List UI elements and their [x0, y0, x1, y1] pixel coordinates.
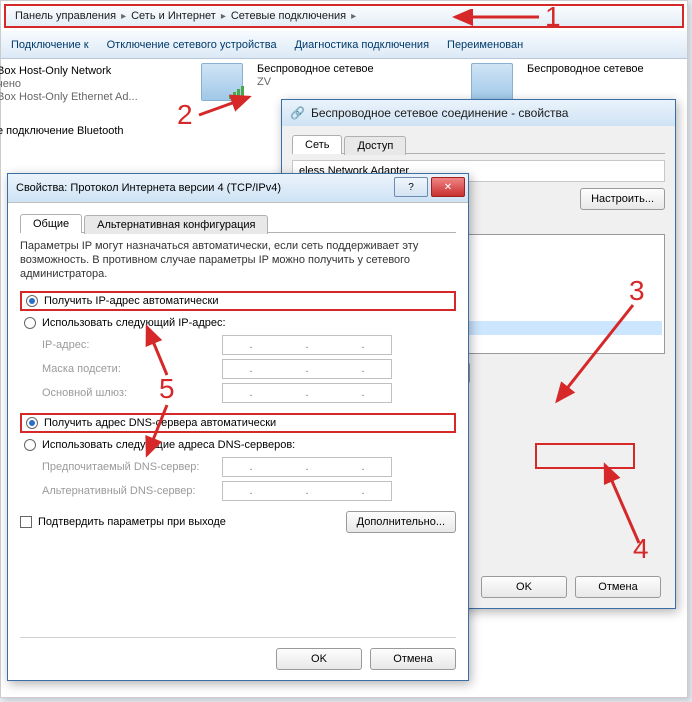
tabs: Общие Альтернативная конфигурация [20, 213, 456, 233]
connection-name: Беспроводное сетевое [257, 63, 374, 76]
connection-adapter: Box Host-Only Ethernet Ad... [0, 91, 138, 104]
checkbox-label: Подтвердить параметры при выходе [38, 516, 226, 528]
toolbar-diagnose[interactable]: Диагностика подключения [295, 39, 429, 51]
network-adapter-icon [471, 63, 513, 101]
ip-address-label: IP-адрес: [42, 339, 222, 351]
subnet-mask-label: Маска подсети: [42, 363, 222, 375]
ip-address-input: ... [222, 335, 392, 355]
connection-network: ZV [257, 76, 374, 89]
dns1-input: ... [222, 457, 392, 477]
dns1-label: Предпочитаемый DNS-сервер: [42, 461, 222, 473]
connection-item[interactable]: Box Host-Only Network чено Box Host-Only… [0, 65, 138, 104]
radio-label: Получить адрес DNS-сервера автоматически [44, 417, 276, 429]
tab-alternate[interactable]: Альтернативная конфигурация [84, 215, 268, 234]
radio-ip-manual[interactable]: Использовать следующий IP-адрес: [20, 315, 456, 331]
gateway-input: ... [222, 383, 392, 403]
radio-label: Получить IP-адрес автоматически [44, 295, 218, 307]
annotation-number: 2 [177, 99, 193, 131]
connection-name: Box Host-Only Network [0, 65, 138, 78]
connection-status: чено [0, 78, 138, 91]
close-button[interactable]: ✕ [431, 177, 465, 197]
gateway-label: Основной шлюз: [42, 387, 222, 399]
toolbar-connect[interactable]: Подключение к [11, 39, 89, 51]
window-title: Беспроводное сетевое соединение - свойст… [311, 106, 569, 120]
tab-access[interactable]: Доступ [344, 136, 406, 155]
tab-general[interactable]: Общие [20, 214, 82, 233]
connection-item[interactable]: Беспроводное сетевое [471, 63, 644, 101]
toolbar-disable[interactable]: Отключение сетевого устройства [107, 39, 277, 51]
radio-dns-manual[interactable]: Использовать следующие адреса DNS-сервер… [20, 437, 456, 453]
radio-ip-auto[interactable]: Получить IP-адрес автоматически [20, 291, 456, 311]
cancel-button[interactable]: Отмена [575, 576, 661, 598]
radio-icon [26, 295, 38, 307]
connection-name: Беспроводное сетевое [527, 63, 644, 76]
window-titlebar[interactable]: 🔗 Беспроводное сетевое соединение - свой… [282, 100, 675, 126]
radio-icon [24, 317, 36, 329]
breadcrumb-item[interactable]: Панель управления [12, 10, 119, 22]
configure-button[interactable]: Настроить... [580, 188, 665, 210]
radio-label: Использовать следующий IP-адрес: [42, 317, 226, 329]
annotation-number: 4 [633, 533, 649, 565]
connection-name: е подключение Bluetooth [0, 125, 124, 138]
annotation-number: 3 [629, 275, 645, 307]
toolbar-rename[interactable]: Переименован [447, 39, 523, 51]
network-icon: 🔗 [290, 106, 305, 120]
window-titlebar[interactable]: Свойства: Протокол Интернета версии 4 (T… [8, 174, 468, 202]
advanced-button[interactable]: Дополнительно... [346, 511, 456, 533]
breadcrumb-item[interactable]: Сетевые подключения [228, 10, 349, 22]
toolbar: Подключение к Отключение сетевого устрой… [1, 31, 687, 59]
ipv4-properties-window: Свойства: Протокол Интернета версии 4 (T… [7, 173, 469, 681]
validate-checkbox-row[interactable]: Подтвердить параметры при выходе Дополни… [20, 511, 456, 533]
breadcrumb-item[interactable]: Сеть и Интернет [128, 10, 219, 22]
radio-icon [26, 417, 38, 429]
description-text: Параметры IP могут назначаться автоматич… [20, 239, 456, 281]
annotation-number: 5 [159, 373, 175, 405]
subnet-mask-input: ... [222, 359, 392, 379]
dns2-input: ... [222, 481, 392, 501]
window-title: Свойства: Протокол Интернета версии 4 (T… [16, 182, 281, 194]
annotation-number: 1 [545, 1, 561, 33]
wifi-signal-icon [229, 85, 244, 99]
chevron-right-icon: ▸ [219, 11, 228, 22]
ok-button[interactable]: OK [481, 576, 567, 598]
radio-icon [24, 439, 36, 451]
radio-dns-auto[interactable]: Получить адрес DNS-сервера автоматически [20, 413, 456, 433]
help-button[interactable]: ? [394, 177, 428, 197]
radio-label: Использовать следующие адреса DNS-сервер… [42, 439, 295, 451]
connection-item[interactable]: е подключение Bluetooth [0, 125, 124, 138]
ok-button[interactable]: OK [276, 648, 362, 670]
tabs: Сеть Доступ [292, 134, 665, 154]
breadcrumb[interactable]: Панель управления ▸ Сеть и Интернет ▸ Се… [4, 4, 684, 28]
cancel-button[interactable]: Отмена [370, 648, 456, 670]
chevron-right-icon: ▸ [349, 11, 358, 22]
tab-network[interactable]: Сеть [292, 135, 342, 154]
checkbox-icon [20, 516, 32, 528]
chevron-right-icon: ▸ [119, 11, 128, 22]
connection-item[interactable]: Беспроводное сетевое ZV [201, 63, 374, 101]
dns2-label: Альтернативный DNS-сервер: [42, 485, 222, 497]
